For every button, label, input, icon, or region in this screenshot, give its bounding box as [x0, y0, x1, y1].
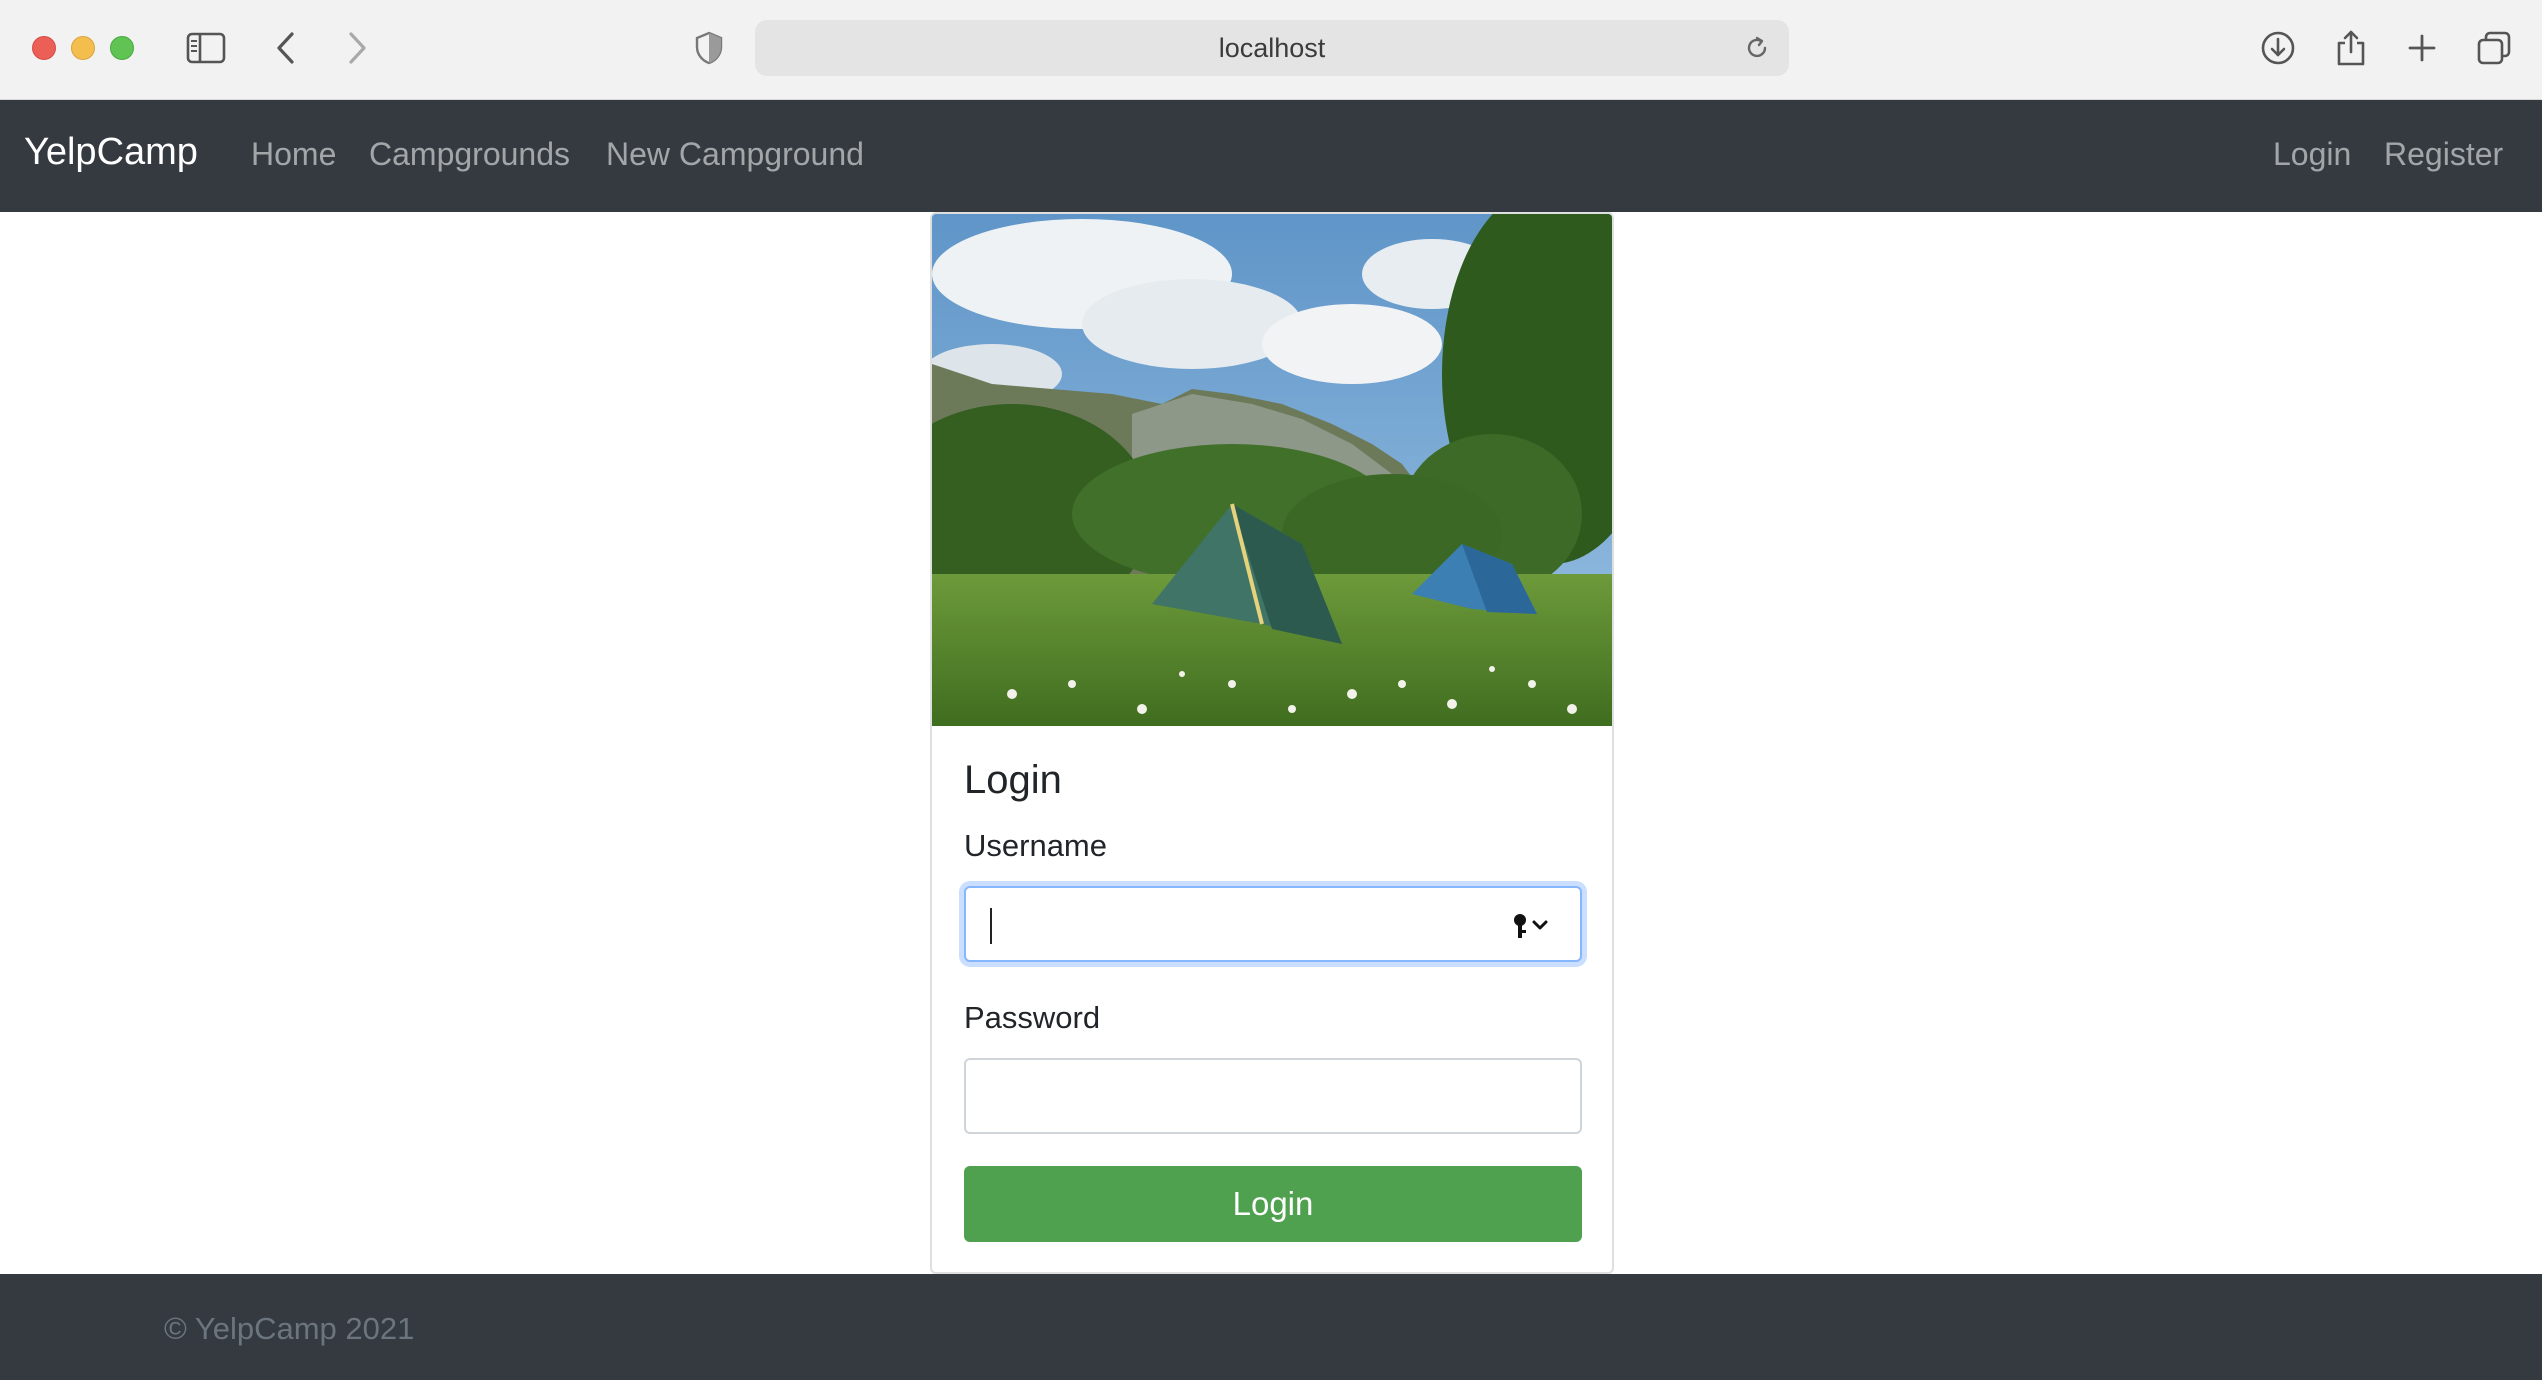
new-tab-icon[interactable] — [2400, 26, 2444, 70]
tab-overview-icon[interactable] — [2472, 26, 2516, 70]
forward-icon[interactable] — [335, 26, 379, 70]
zoom-window-button[interactable] — [110, 36, 134, 60]
nav-link-campgrounds[interactable]: Campgrounds — [369, 136, 570, 173]
reload-icon[interactable] — [1735, 26, 1779, 70]
password-label: Password — [964, 1000, 1101, 1035]
login-button[interactable]: Login — [964, 1166, 1582, 1242]
navbar: YelpCamp Home Campgrounds New Campground… — [0, 100, 2542, 212]
page-title: Login — [964, 758, 1062, 802]
nav-link-home[interactable]: Home — [251, 136, 336, 173]
password-field[interactable] — [964, 1058, 1582, 1134]
nav-link-register[interactable]: Register — [2384, 136, 2503, 173]
share-icon[interactable] — [2329, 26, 2373, 70]
username-label: Username — [964, 828, 1107, 863]
brand-link[interactable]: YelpCamp — [24, 131, 198, 174]
browser-toolbar: localhost — [0, 0, 2542, 100]
back-icon[interactable] — [264, 26, 308, 70]
campground-image — [932, 214, 1612, 726]
nav-link-new-campground[interactable]: New Campground — [606, 136, 864, 173]
nav-link-login[interactable]: Login — [2273, 136, 2351, 173]
username-field[interactable] — [964, 886, 1582, 962]
text-cursor — [990, 908, 992, 944]
password-key-icon[interactable] — [1510, 910, 1556, 942]
minimize-window-button[interactable] — [71, 36, 95, 60]
download-icon[interactable] — [2256, 26, 2300, 70]
sidebar-icon[interactable] — [184, 26, 228, 70]
login-card: Login Username Password Login — [930, 212, 1614, 1274]
url-text: localhost — [1218, 32, 1326, 63]
close-window-button[interactable] — [32, 36, 56, 60]
footer-copyright: © YelpCamp 2021 — [164, 1311, 415, 1346]
shield-icon[interactable] — [687, 26, 731, 70]
footer: © YelpCamp 2021 — [0, 1274, 2542, 1380]
address-bar[interactable]: localhost — [755, 20, 1789, 76]
